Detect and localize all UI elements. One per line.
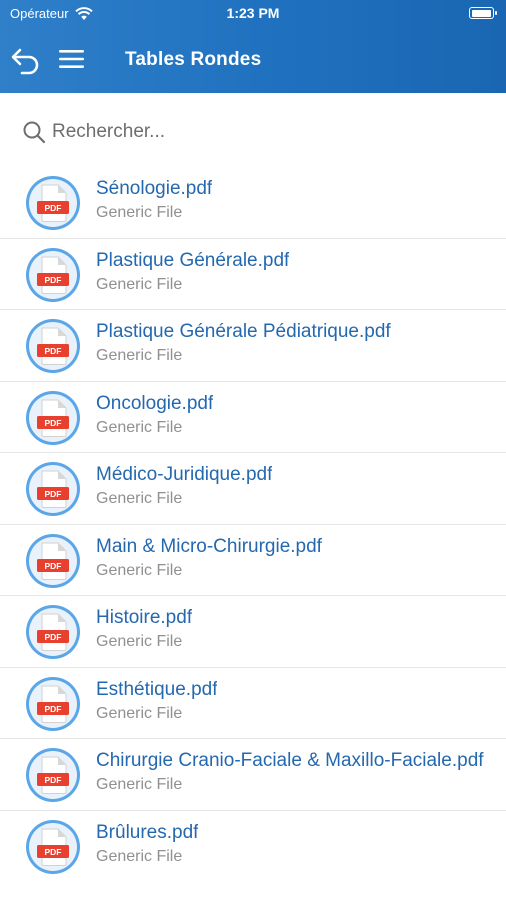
file-type: Generic File xyxy=(96,704,183,722)
file-list-item[interactable]: PDF Brûlures.pdf Generic File xyxy=(0,811,506,883)
page-title: Tables Rondes xyxy=(125,49,262,70)
pdf-file-icon: PDF xyxy=(26,819,80,874)
file-name: Oncologie.pdf xyxy=(96,392,214,414)
pdf-file-icon: PDF xyxy=(26,676,80,731)
file-type: Generic File xyxy=(96,561,183,579)
pdf-file-icon: PDF xyxy=(26,247,80,302)
file-list: PDF Sénologie.pdf Generic File PDF Plast… xyxy=(0,167,506,882)
pdf-badge-label: PDF xyxy=(45,703,62,713)
file-name: Main & Micro-Chirurgie.pdf xyxy=(96,535,322,557)
file-list-item[interactable]: PDF Médico-Juridique.pdf Generic File xyxy=(0,453,506,525)
file-type: Generic File xyxy=(96,204,183,221)
pdf-badge-label: PDF xyxy=(45,417,62,427)
file-list-item[interactable]: PDF Esthétique.pdf Generic File xyxy=(0,668,506,739)
pdf-badge-label: PDF xyxy=(45,775,62,785)
pdf-badge-label: PDF xyxy=(45,489,62,499)
file-list-item[interactable]: PDF Histoire.pdf Generic File xyxy=(0,596,506,668)
pdf-file-icon: PDF xyxy=(26,605,80,659)
file-name: Brûlures.pdf xyxy=(96,821,199,843)
pdf-file-icon: PDF xyxy=(26,319,80,373)
file-type: Generic File xyxy=(96,418,183,436)
status-time: 1:23 PM xyxy=(226,5,280,21)
pdf-file-icon: PDF xyxy=(26,462,80,516)
search-input[interactable] xyxy=(52,121,472,143)
pdf-file-icon: PDF xyxy=(26,390,80,445)
file-name: Chirurgie Cranio-Faciale & Maxillo-Facia… xyxy=(96,750,484,771)
pdf-badge-label: PDF xyxy=(45,846,62,856)
file-list-item[interactable]: PDF Sénologie.pdf Generic File xyxy=(0,167,506,239)
file-type: Generic File xyxy=(96,347,183,364)
search-bar[interactable] xyxy=(22,118,482,146)
file-name: Plastique Générale.pdf xyxy=(96,249,290,271)
file-type: Generic File xyxy=(96,490,183,507)
pdf-badge-label: PDF xyxy=(45,203,62,213)
file-name: Histoire.pdf xyxy=(96,607,193,628)
pdf-badge-label: PDF xyxy=(45,346,62,356)
app-header: Opérateur 1:23 PM Tables Rondes xyxy=(0,0,506,93)
pdf-file-icon: PDF xyxy=(26,533,80,588)
file-list-item[interactable]: PDF Plastique Générale.pdf Generic File xyxy=(0,239,506,310)
file-list-item[interactable]: PDF Chirurgie Cranio-Faciale & Maxillo-F… xyxy=(0,739,506,811)
battery-icon xyxy=(469,7,497,19)
pdf-badge-label: PDF xyxy=(45,274,62,284)
file-list-item[interactable]: PDF Plastique Générale Pédiatrique.pdf G… xyxy=(0,310,506,382)
file-name: Esthétique.pdf xyxy=(96,678,218,700)
file-type: Generic File xyxy=(96,633,183,650)
pdf-file-icon: PDF xyxy=(26,176,80,230)
file-name: Plastique Générale Pédiatrique.pdf xyxy=(96,321,391,342)
menu-icon[interactable] xyxy=(59,48,84,70)
file-name: Médico-Juridique.pdf xyxy=(96,464,273,485)
file-type: Generic File xyxy=(96,847,183,865)
pdf-badge-label: PDF xyxy=(45,632,62,642)
back-arrow-icon[interactable] xyxy=(10,44,42,76)
file-list-item[interactable]: PDF Main & Micro-Chirurgie.pdf Generic F… xyxy=(0,525,506,596)
status-bar: Opérateur 1:23 PM xyxy=(0,0,506,28)
pdf-badge-label: PDF xyxy=(45,560,62,570)
file-type: Generic File xyxy=(96,275,183,293)
file-name: Sénologie.pdf xyxy=(96,178,213,199)
file-list-item[interactable]: PDF Oncologie.pdf Generic File xyxy=(0,382,506,453)
pdf-file-icon: PDF xyxy=(26,748,80,802)
search-icon xyxy=(23,121,46,144)
file-type: Generic File xyxy=(96,776,183,793)
